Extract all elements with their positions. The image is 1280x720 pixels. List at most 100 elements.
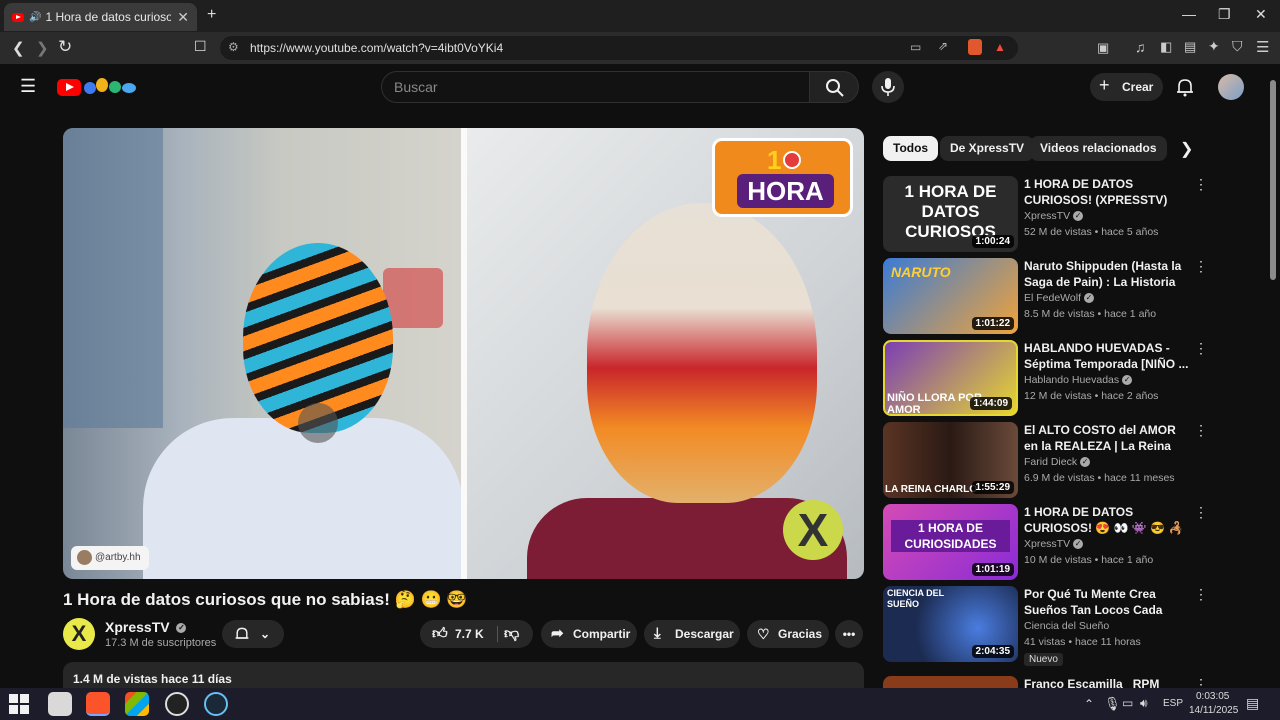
network-icon[interactable]: ▭ bbox=[1122, 696, 1133, 710]
related-video-item[interactable]: NARUTO 1:01:22 Naruto Shippuden (Hasta l… bbox=[883, 258, 1213, 334]
site-settings-icon[interactable]: ⚙ bbox=[228, 40, 239, 54]
kebab-menu-icon[interactable]: ⋮ bbox=[1194, 340, 1208, 357]
search-button[interactable] bbox=[809, 71, 859, 103]
file-explorer-icon[interactable] bbox=[48, 692, 72, 716]
close-window-button[interactable]: ✕ bbox=[1255, 6, 1267, 23]
video-thumbnail[interactable]: LA REINA CHARLO 1:55:29 bbox=[883, 422, 1018, 498]
minimize-button[interactable]: — bbox=[1182, 6, 1196, 22]
video-title: 1 Hora de datos curiosos que no sabias! … bbox=[63, 590, 468, 609]
related-video-item[interactable]: CIENCIA DEL SUEÑO 2:04:35 Por Qué Tu Men… bbox=[883, 586, 1213, 670]
share-button[interactable]: ➦ Compartir bbox=[541, 620, 637, 648]
language-indicator[interactable]: ESP bbox=[1163, 698, 1183, 709]
share-page-icon[interactable]: ⇗ bbox=[938, 39, 948, 53]
voice-search-button[interactable] bbox=[872, 71, 904, 103]
create-button[interactable]: + Crear bbox=[1090, 73, 1163, 101]
video-thumbnail[interactable] bbox=[883, 676, 1018, 688]
chips-next-icon[interactable]: ❯ bbox=[1180, 139, 1193, 159]
search-icon bbox=[826, 79, 844, 97]
youtube-logo-icon[interactable] bbox=[57, 79, 81, 96]
windows-start-icon[interactable] bbox=[9, 694, 29, 714]
video-thumbnail[interactable]: 1 HORA DE CURIOSIDADES 1:01:19 bbox=[883, 504, 1018, 580]
related-video-item[interactable]: NIÑO LLORA POR AMOR 1:44:09 HABLANDO HUE… bbox=[883, 340, 1213, 416]
tray-expand-icon[interactable]: ⌃ bbox=[1084, 697, 1094, 711]
bookmark-icon[interactable]: ☐ bbox=[194, 38, 207, 55]
thanks-button[interactable]: ♡ Gracias bbox=[747, 620, 829, 648]
reload-icon[interactable]: ↻ bbox=[58, 37, 72, 57]
related-video-item[interactable]: 1 HORA DE CURIOSIDADES 1:01:19 1 HORA DE… bbox=[883, 504, 1213, 580]
brave-rewards-icon[interactable]: ▲ bbox=[994, 40, 1006, 54]
leo-ai-icon[interactable]: ✦ bbox=[1208, 38, 1220, 55]
hamburger-menu-icon[interactable]: ☰ bbox=[20, 76, 36, 97]
obs-studio-icon[interactable] bbox=[165, 692, 189, 716]
video-thumbnail[interactable]: NIÑO LLORA POR AMOR 1:44:09 bbox=[883, 340, 1018, 416]
chevron-down-icon: ⌄ bbox=[260, 627, 271, 641]
related-channel: El FedeWolf ✓ bbox=[1024, 292, 1094, 304]
verified-icon: ✓ bbox=[1122, 375, 1133, 386]
related-video-item[interactable]: 1 HORA DE DATOS CURIOSOS 1:00:24 1 HORA … bbox=[883, 176, 1213, 252]
page-scrollbar[interactable] bbox=[1270, 80, 1276, 280]
subscription-bell-button[interactable]: ⌄ bbox=[222, 620, 284, 648]
brave-shields-icon[interactable] bbox=[968, 39, 982, 55]
related-video-item[interactable]: LA REINA CHARLO 1:55:29 El ALTO COSTO de… bbox=[883, 422, 1213, 498]
vpn-icon[interactable]: ⛉ bbox=[1232, 38, 1243, 55]
clock-date[interactable]: 14/11/2025 bbox=[1189, 705, 1238, 716]
volume-icon[interactable]: 🔊︎ bbox=[1140, 696, 1148, 711]
chip-videos-relacionados[interactable]: Videos relacionados bbox=[1030, 136, 1167, 161]
related-video-item[interactable]: Franco Escamilla _RPM ⋮ bbox=[883, 676, 1213, 688]
tab-close-icon[interactable]: ✕ bbox=[177, 9, 189, 26]
verified-icon: ✓ bbox=[1073, 211, 1084, 222]
related-title: 1 HORA DE DATOS CURIOSOS! (XPRESSTV) bbox=[1024, 177, 1168, 207]
kebab-menu-icon[interactable]: ⋮ bbox=[1194, 176, 1208, 193]
doodle-logo-icon[interactable] bbox=[84, 78, 138, 96]
notifications-bell-icon[interactable] bbox=[1175, 77, 1195, 97]
verified-icon: ✓ bbox=[1080, 457, 1091, 468]
new-tab-button[interactable]: + bbox=[207, 6, 216, 24]
wallet-icon[interactable]: ▤ bbox=[1184, 39, 1196, 55]
mic-tray-icon[interactable]: 🎙︎ bbox=[1104, 696, 1121, 712]
duration-badge: 2:04:35 bbox=[971, 645, 1014, 658]
kebab-menu-icon[interactable]: ⋮ bbox=[1194, 422, 1208, 439]
brave-browser-icon[interactable] bbox=[86, 692, 110, 716]
more-icon: ••• bbox=[842, 627, 856, 641]
kebab-menu-icon[interactable]: ⋮ bbox=[1194, 504, 1208, 521]
speaker-icon[interactable]: 🔊 bbox=[29, 12, 41, 23]
related-meta: 52 M de vistas • hace 5 años bbox=[1024, 226, 1159, 238]
microphone-icon bbox=[881, 78, 895, 96]
chip-de-xpresstv[interactable]: De XpressTV bbox=[940, 136, 1035, 161]
browser-tab[interactable]: 🔊 1 Hora de datos curiosos que ✕ bbox=[4, 3, 197, 31]
channel-avatar[interactable]: X bbox=[63, 618, 95, 650]
download-button[interactable]: ⤓ Descargar bbox=[644, 620, 740, 648]
steam-icon[interactable] bbox=[204, 692, 228, 716]
microsoft-store-icon[interactable] bbox=[125, 692, 149, 716]
related-title: Naruto Shippuden (Hasta la Saga de Pain)… bbox=[1024, 259, 1182, 289]
more-actions-button[interactable]: ••• bbox=[835, 620, 863, 648]
like-button[interactable]: 👍︎ 7.7 K bbox=[420, 620, 496, 648]
notification-center-icon[interactable]: ▤ bbox=[1246, 695, 1259, 712]
kebab-menu-icon[interactable]: ⋮ bbox=[1194, 258, 1208, 275]
video-thumbnail[interactable]: CIENCIA DEL SUEÑO 2:04:35 bbox=[883, 586, 1018, 662]
xpresstv-watermark-icon: X bbox=[783, 500, 843, 560]
forward-icon[interactable]: ❯ bbox=[36, 39, 49, 57]
cast-icon[interactable]: ▭ bbox=[910, 40, 921, 54]
reader-mode-icon[interactable]: ▣ bbox=[1097, 40, 1109, 56]
dislike-button[interactable]: 👎︎ bbox=[504, 620, 519, 648]
kebab-menu-icon[interactable]: ⋮ bbox=[1194, 676, 1208, 688]
url-field[interactable]: ⚙ https://www.youtube.com/watch?v=4ibt0V… bbox=[220, 36, 1018, 60]
back-icon[interactable]: ❮ bbox=[12, 39, 25, 57]
video-thumbnail[interactable]: 1 HORA DE DATOS CURIOSOS 1:00:24 bbox=[883, 176, 1018, 252]
video-thumbnail[interactable]: NARUTO 1:01:22 bbox=[883, 258, 1018, 334]
kebab-menu-icon[interactable]: ⋮ bbox=[1194, 586, 1208, 603]
channel-name[interactable]: XpressTV ✓ bbox=[105, 619, 187, 635]
chip-todos[interactable]: Todos bbox=[883, 136, 939, 161]
share-label: Compartir bbox=[573, 627, 631, 641]
user-avatar[interactable] bbox=[1218, 74, 1244, 100]
browser-menu-icon[interactable]: ☰ bbox=[1256, 38, 1269, 56]
music-icon[interactable]: ♫ bbox=[1135, 39, 1146, 55]
search-input[interactable]: Buscar bbox=[381, 71, 810, 103]
maximize-button[interactable]: ❐ bbox=[1218, 6, 1231, 23]
sidebar-toggle-icon[interactable]: ◧ bbox=[1160, 39, 1172, 55]
like-dislike-group: 👍︎ 7.7 K 👎︎ bbox=[420, 620, 533, 648]
clock-time[interactable]: 0:03:05 bbox=[1196, 691, 1229, 702]
video-player[interactable]: 1 HORA X @artby.hh bbox=[63, 128, 864, 579]
creator-watermark: @artby.hh bbox=[71, 546, 149, 570]
